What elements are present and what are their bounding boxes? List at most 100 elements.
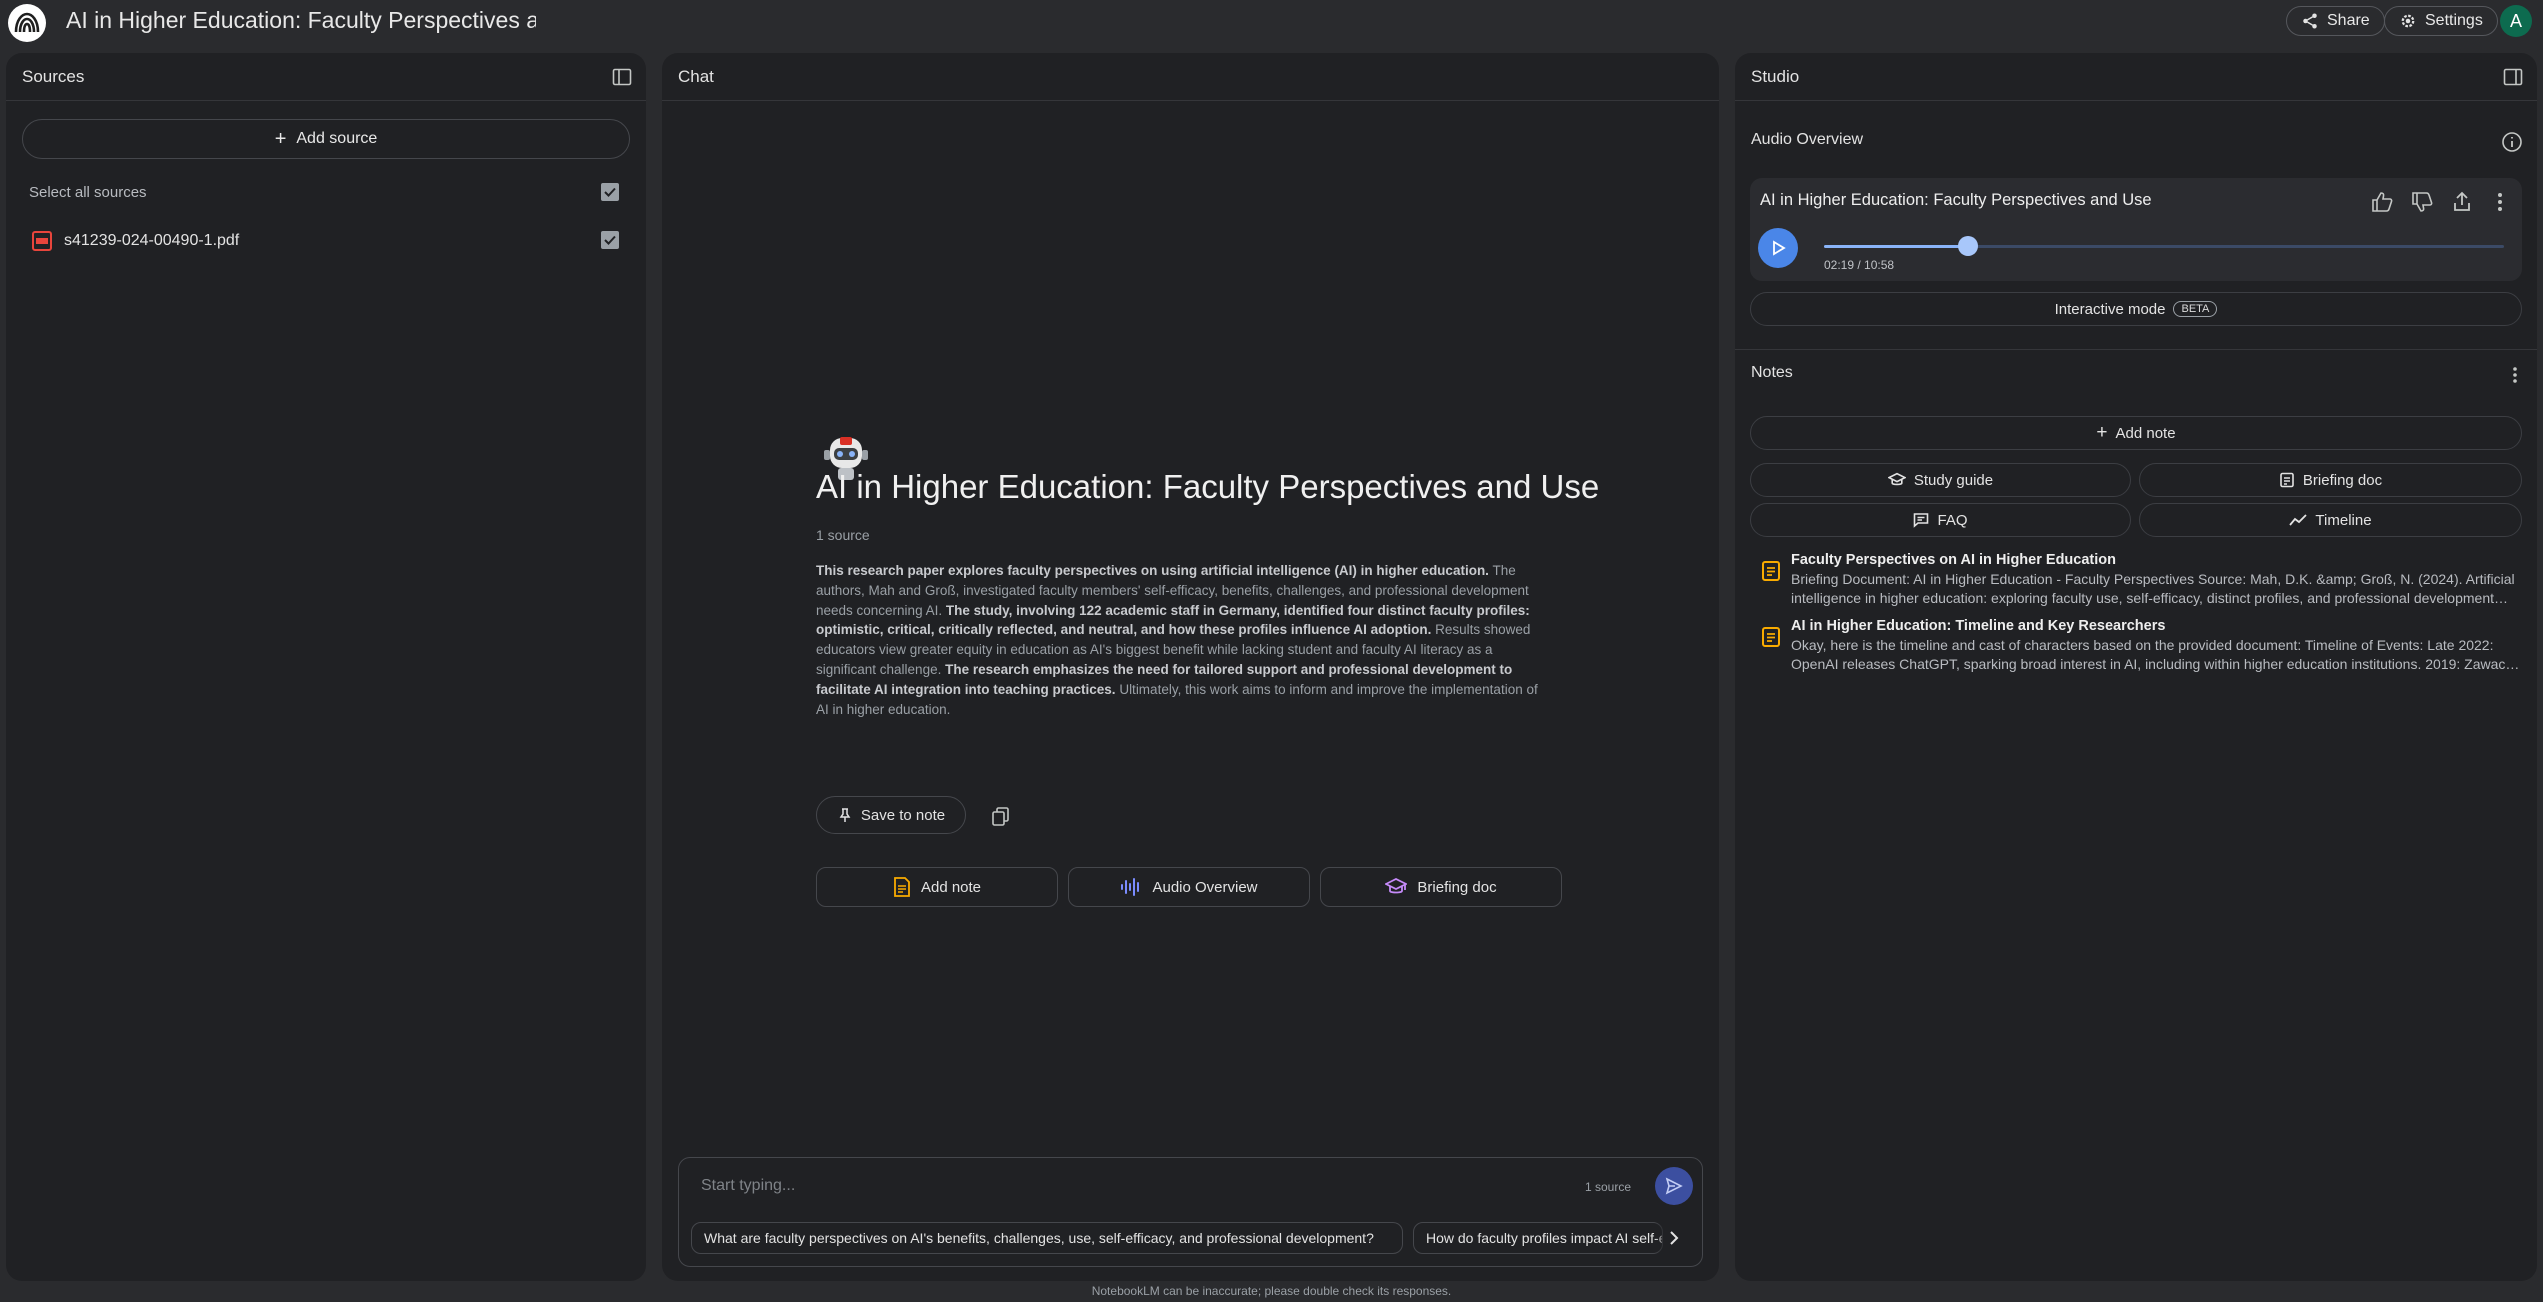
suggestion-chip[interactable]: What are faculty perspectives on AI's be… — [691, 1222, 1403, 1254]
check-icon — [604, 187, 616, 197]
add-source-label: Add source — [296, 130, 378, 147]
suggestion-chip[interactable]: How do faculty profiles impact AI self-e… — [1413, 1222, 1663, 1254]
send-button[interactable] — [1655, 1167, 1693, 1205]
divider — [1735, 349, 2537, 350]
sources-header: Sources — [6, 53, 646, 101]
audio-player-card: AI in Higher Education: Faculty Perspect… — [1750, 178, 2522, 281]
save-to-note-label: Save to note — [860, 806, 946, 824]
faq-icon — [1914, 513, 1929, 528]
thumbs-down-icon[interactable] — [2410, 190, 2434, 214]
notes-title: Notes — [1751, 364, 1793, 381]
share-button[interactable]: Share — [2286, 6, 2385, 36]
info-icon[interactable] — [2501, 131, 2523, 153]
study-guide-label: Study guide — [1913, 471, 1994, 489]
composer-source-count: 1 source — [1585, 1180, 1632, 1194]
sources-panel: Sources + Add source Select all sources … — [6, 53, 646, 1281]
add-note-action-button[interactable]: Add note — [816, 867, 1058, 907]
sources-title: Sources — [22, 66, 85, 86]
source-checkbox[interactable] — [601, 231, 619, 249]
top-bar: AI in Higher Education: Faculty Perspect… — [0, 0, 2543, 42]
briefing-doc-action-label: Briefing doc — [1417, 878, 1497, 896]
note-icon — [1762, 627, 1780, 647]
export-icon[interactable] — [2450, 190, 2474, 214]
summary-source-count: 1 source — [816, 527, 870, 543]
save-to-note-button[interactable]: Save to note — [816, 796, 966, 834]
collapse-panel-icon[interactable] — [612, 67, 632, 87]
chat-title-label: Chat — [678, 66, 714, 86]
notebook-title[interactable]: AI in Higher Education: Faculty Perspect… — [66, 7, 536, 34]
studio-panel: Studio Audio Overview AI in Higher Educa… — [1735, 53, 2537, 1281]
disclaimer: NotebookLM can be inaccurate; please dou… — [1091, 1284, 1452, 1298]
chat-composer: Start typing... 1 source What are facult… — [678, 1157, 1703, 1267]
more-vert-icon[interactable] — [2488, 190, 2512, 214]
chat-header: Chat — [662, 53, 1719, 101]
add-source-button[interactable]: + Add source — [22, 119, 630, 159]
chat-input[interactable]: Start typing... — [701, 1177, 795, 1195]
select-all-label: Select all sources — [29, 184, 147, 201]
audio-overview-action-button[interactable]: Audio Overview — [1068, 867, 1310, 907]
note-preview: Briefing Document: AI in Higher Educatio… — [1791, 571, 2515, 606]
summary-text: This research paper explores faculty per… — [816, 561, 1546, 719]
document-icon — [2280, 472, 2294, 488]
thumbs-up-icon[interactable] — [2370, 190, 2394, 214]
note-title: Faculty Perspectives on AI in Higher Edu… — [1791, 552, 2116, 568]
interactive-mode-button[interactable]: Interactive mode BETA — [1750, 292, 2522, 326]
notebooklm-logo-icon[interactable] — [8, 4, 46, 42]
audio-progress-handle[interactable] — [1958, 236, 1978, 256]
note-icon — [894, 877, 910, 897]
timeline-label: Timeline — [2315, 511, 2372, 529]
settings-button[interactable]: Settings — [2384, 6, 2498, 36]
source-name: s41239-024-00490-1.pdf — [64, 232, 240, 249]
note-preview: Okay, here is the timeline and cast of c… — [1791, 637, 2521, 672]
avatar[interactable]: A — [2500, 5, 2532, 37]
timeline-button[interactable]: Timeline — [2139, 503, 2522, 537]
waveform-icon — [1121, 878, 1140, 896]
add-note-action-label: Add note — [920, 878, 982, 896]
plus-icon: + — [2096, 422, 2108, 443]
audio-time: 02:19 / 10:58 — [1824, 258, 1895, 272]
more-vert-icon[interactable] — [2505, 365, 2525, 385]
copy-icon[interactable] — [990, 805, 1012, 827]
note-item[interactable]: AI in Higher Education: Timeline and Key… — [1751, 618, 2521, 676]
collapse-panel-icon[interactable] — [2503, 67, 2523, 87]
studio-title: Studio — [1751, 66, 1800, 86]
add-note-label: Add note — [2115, 424, 2176, 442]
summary-part: This research paper explores faculty per… — [816, 563, 1489, 578]
study-guide-button[interactable]: Study guide — [1750, 463, 2131, 497]
suggestions-next-button[interactable] — [1654, 1222, 1694, 1254]
settings-label: Settings — [2425, 12, 2483, 29]
studio-header: Studio — [1735, 53, 2537, 101]
play-button[interactable] — [1758, 228, 1798, 268]
beta-badge: BETA — [2173, 301, 2218, 317]
note-item[interactable]: Faculty Perspectives on AI in Higher Edu… — [1751, 552, 2521, 610]
audio-overview-title: Audio Overview — [1751, 131, 1864, 148]
summary-title: AI in Higher Education: Faculty Perspect… — [816, 468, 1600, 505]
play-icon — [1773, 240, 1786, 256]
share-icon — [2303, 13, 2317, 29]
graduation-cap-icon — [1887, 472, 1906, 486]
pin-icon — [839, 808, 851, 822]
audio-progress-fill — [1824, 245, 1968, 248]
interactive-mode-label: Interactive mode — [2054, 300, 2166, 318]
note-icon — [1762, 561, 1780, 581]
audio-progress-slider[interactable] — [1824, 236, 2504, 256]
pdf-icon — [32, 231, 52, 251]
graduation-cap-icon — [1385, 877, 1408, 894]
faq-label: FAQ — [1937, 511, 1968, 529]
briefing-doc-button[interactable]: Briefing doc — [2139, 463, 2522, 497]
audio-overview-action-label: Audio Overview — [1152, 878, 1258, 896]
gear-icon — [2401, 14, 2415, 28]
source-item[interactable]: s41239-024-00490-1.pdf — [32, 231, 239, 251]
add-note-button[interactable]: + Add note — [1750, 416, 2522, 450]
briefing-doc-action-button[interactable]: Briefing doc — [1320, 867, 1562, 907]
plus-icon: + — [274, 127, 287, 150]
send-icon — [1665, 1177, 1683, 1195]
chevron-right-icon — [1670, 1231, 1679, 1245]
share-label: Share — [2327, 12, 2370, 29]
faq-button[interactable]: FAQ — [1750, 503, 2131, 537]
select-all-checkbox[interactable] — [601, 183, 619, 201]
chat-panel: Chat AI in Higher Education: Faculty Per… — [662, 53, 1719, 1281]
timeline-icon — [2289, 514, 2308, 526]
briefing-doc-label: Briefing doc — [2302, 471, 2383, 489]
check-icon — [604, 235, 616, 245]
